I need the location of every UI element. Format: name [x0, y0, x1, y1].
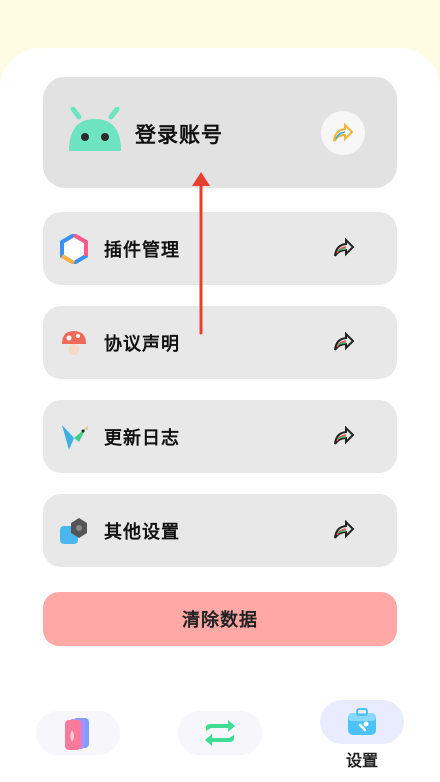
login-label: 登录账号: [135, 123, 223, 147]
share-arrow-icon: [334, 238, 355, 257]
bird-icon: [62, 425, 88, 450]
share-arrow-icon: [334, 426, 355, 445]
swap-arrows-icon: [205, 720, 235, 746]
nav-item-settings[interactable]: [320, 700, 404, 744]
settings-cube-icon: [60, 518, 87, 544]
menu-item-label: 其他设置: [104, 522, 180, 543]
clear-data-button[interactable]: 清除数据: [43, 592, 397, 646]
menu-item-plugins[interactable]: 插件管理: [43, 212, 397, 285]
share-arrow-icon: [333, 123, 354, 142]
nav-settings-label: 设置: [345, 751, 378, 770]
swipe-up-arrow-icon: [192, 172, 210, 335]
menu-item-changelog[interactable]: 更新日志: [43, 400, 397, 473]
nav-item-switch[interactable]: [178, 711, 262, 755]
android-robot-icon: [69, 107, 121, 151]
menu-item-label: 协议声明: [104, 334, 180, 355]
menu-item-label: 更新日志: [104, 428, 180, 449]
menu-item-agreement[interactable]: 协议声明: [43, 306, 397, 379]
share-arrow-icon: [334, 520, 355, 539]
share-arrow-icon: [334, 332, 355, 351]
menu-item-label: 插件管理: [104, 240, 180, 261]
mushroom-icon: [62, 331, 86, 355]
plugin-icon: [60, 234, 88, 264]
nav-item-cards[interactable]: [36, 711, 120, 755]
menu-item-other-settings[interactable]: 其他设置: [43, 494, 397, 567]
toolbox-icon: [348, 708, 376, 735]
login-forward-button[interactable]: [321, 111, 365, 155]
login-card[interactable]: 登录账号: [43, 77, 397, 188]
cards-icon: [65, 718, 89, 750]
